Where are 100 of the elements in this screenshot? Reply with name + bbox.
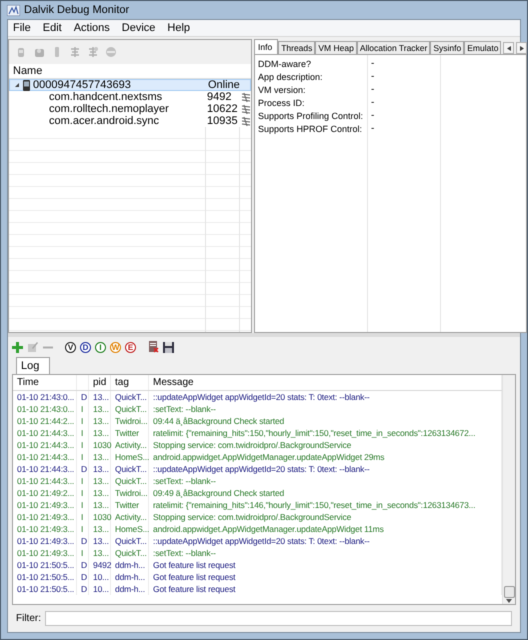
log-pid: 13... — [89, 499, 111, 511]
log-level-button[interactable]: V — [65, 342, 76, 352]
threads-icon — [241, 92, 251, 102]
info-value: - — [370, 110, 374, 122]
log-tag: QuickT... — [111, 547, 149, 559]
column-header[interactable]: pid — [89, 375, 111, 390]
device-status: Online — [207, 79, 241, 91]
log-pid: 13... — [89, 427, 111, 439]
menu-item[interactable]: Actions — [72, 22, 111, 34]
menu-item[interactable]: File — [12, 22, 32, 34]
tab[interactable]: Allocation Tracker — [356, 41, 430, 54]
info-label: VM version: — [257, 84, 307, 96]
log-pid: 13... — [89, 475, 111, 487]
tab[interactable]: Threads — [278, 41, 316, 54]
log-tag: QuickT... — [111, 535, 149, 547]
log-tag: ddm-h... — [111, 571, 149, 583]
info-label: DDM-aware? — [257, 58, 312, 70]
log-level-button[interactable]: E — [125, 342, 136, 352]
log-level: I — [77, 427, 89, 439]
log-pid: 13... — [89, 547, 111, 559]
process-name: com.acer.android.sync — [48, 115, 160, 127]
log-tag: QuickT... — [111, 475, 149, 487]
log-time: 01-10 21:50:5... — [13, 583, 77, 595]
log-pid: 13... — [89, 415, 111, 427]
log-level: I — [77, 403, 89, 415]
app-icon — [7, 4, 20, 16]
process-row[interactable]: com.handcent.nextsms 9492 — [9, 91, 251, 103]
log-level: I — [77, 511, 89, 523]
process-row[interactable]: com.rolltech.nemoplayer 10622 — [9, 103, 251, 115]
tab[interactable]: VM Heap — [315, 41, 357, 54]
tab[interactable]: Emulato — [464, 41, 502, 54]
info-value: - — [370, 84, 374, 96]
log-time: 01-10 21:49:3... — [13, 535, 77, 547]
filter-field[interactable] — [45, 611, 512, 626]
log-level: I — [77, 439, 89, 451]
log-level: I — [77, 415, 89, 427]
log-time: 01-10 21:44:3... — [13, 463, 77, 475]
log-level: I — [77, 547, 89, 559]
log-level: D — [77, 583, 89, 595]
menu-item[interactable]: Edit — [42, 22, 63, 34]
log-time: 01-10 21:49:3... — [13, 499, 77, 511]
save-icon[interactable] — [163, 342, 174, 352]
log-pid: 1030 — [89, 511, 111, 523]
log-tag: Twitter — [111, 499, 149, 511]
log-level: I — [77, 523, 89, 535]
tab[interactable]: Info — [254, 39, 278, 54]
log-tag: QuickT... — [111, 391, 149, 403]
log-pid: 13... — [89, 403, 111, 415]
log-level-button[interactable]: D — [80, 342, 91, 352]
add-icon[interactable] — [12, 342, 23, 352]
log-time: 01-10 21:44:3... — [13, 451, 77, 463]
scrollbar[interactable] — [502, 375, 515, 604]
log-time: 01-10 21:44:3... — [13, 439, 77, 451]
tab[interactable]: Log — [16, 357, 50, 374]
log-pid: 13... — [89, 391, 111, 403]
phone-icon — [23, 80, 30, 90]
scroll-right-button[interactable] — [516, 42, 528, 54]
menu-item[interactable]: Help — [166, 22, 192, 34]
process-name: com.handcent.nextsms — [48, 91, 164, 103]
log-pid: 13... — [89, 451, 111, 463]
info-label: Supports Profiling Control: — [257, 110, 364, 122]
scroll-left-button[interactable] — [503, 42, 514, 54]
expand-arrow-icon[interactable] — [14, 82, 20, 88]
right-arrow-icon — [520, 46, 524, 50]
clear-log-icon[interactable] — [148, 341, 159, 353]
log-time: 01-10 21:44:3... — [13, 427, 77, 439]
log-tag: ddm-h... — [111, 583, 149, 595]
log-tag: Twitter — [111, 427, 149, 439]
column-header[interactable]: Name — [9, 65, 205, 77]
process-row[interactable]: com.acer.android.sync 10935 — [9, 115, 251, 127]
log-time: 01-10 21:44:2... — [13, 415, 77, 427]
edit-icon[interactable] — [27, 341, 39, 353]
left-arrow-icon — [506, 46, 511, 50]
log-level-button[interactable]: I — [95, 342, 106, 352]
menu-item[interactable]: Device — [120, 22, 156, 34]
log-pid: 13... — [89, 487, 111, 499]
log-pid: 9492 — [89, 559, 111, 571]
process-pid: 10935 — [206, 115, 239, 127]
device-row[interactable]: 0000947457743693 Online — [9, 79, 251, 91]
process-pid: 9492 — [206, 91, 232, 103]
log-tag: QuickT... — [111, 403, 149, 415]
info-label: Supports HPROF Control: — [257, 122, 364, 134]
log-pid: 10... — [89, 571, 111, 583]
log-pid: 13... — [89, 523, 111, 535]
log-tag: ddm-h... — [111, 559, 149, 571]
log-level: D — [77, 559, 89, 571]
info-value: - — [370, 96, 374, 108]
tab[interactable]: Sysinfo — [430, 41, 464, 54]
log-time: 01-10 21:50:5... — [13, 571, 77, 583]
info-label: App description: — [257, 70, 324, 82]
log-time: 01-10 21:43:0... — [13, 391, 77, 403]
device-serial: 0000947457743693 — [33, 79, 131, 91]
log-tag: HomeS... — [111, 523, 149, 535]
log-time: 01-10 21:49:3... — [13, 511, 77, 523]
scrollbar-thumb[interactable] — [504, 586, 514, 598]
process-name: com.rolltech.nemoplayer — [48, 103, 170, 115]
column-header[interactable]: tag — [111, 375, 149, 390]
log-tag: Activity... — [111, 439, 149, 451]
log-time: 01-10 21:44:3... — [13, 475, 77, 487]
column-header[interactable]: Time — [13, 375, 77, 390]
